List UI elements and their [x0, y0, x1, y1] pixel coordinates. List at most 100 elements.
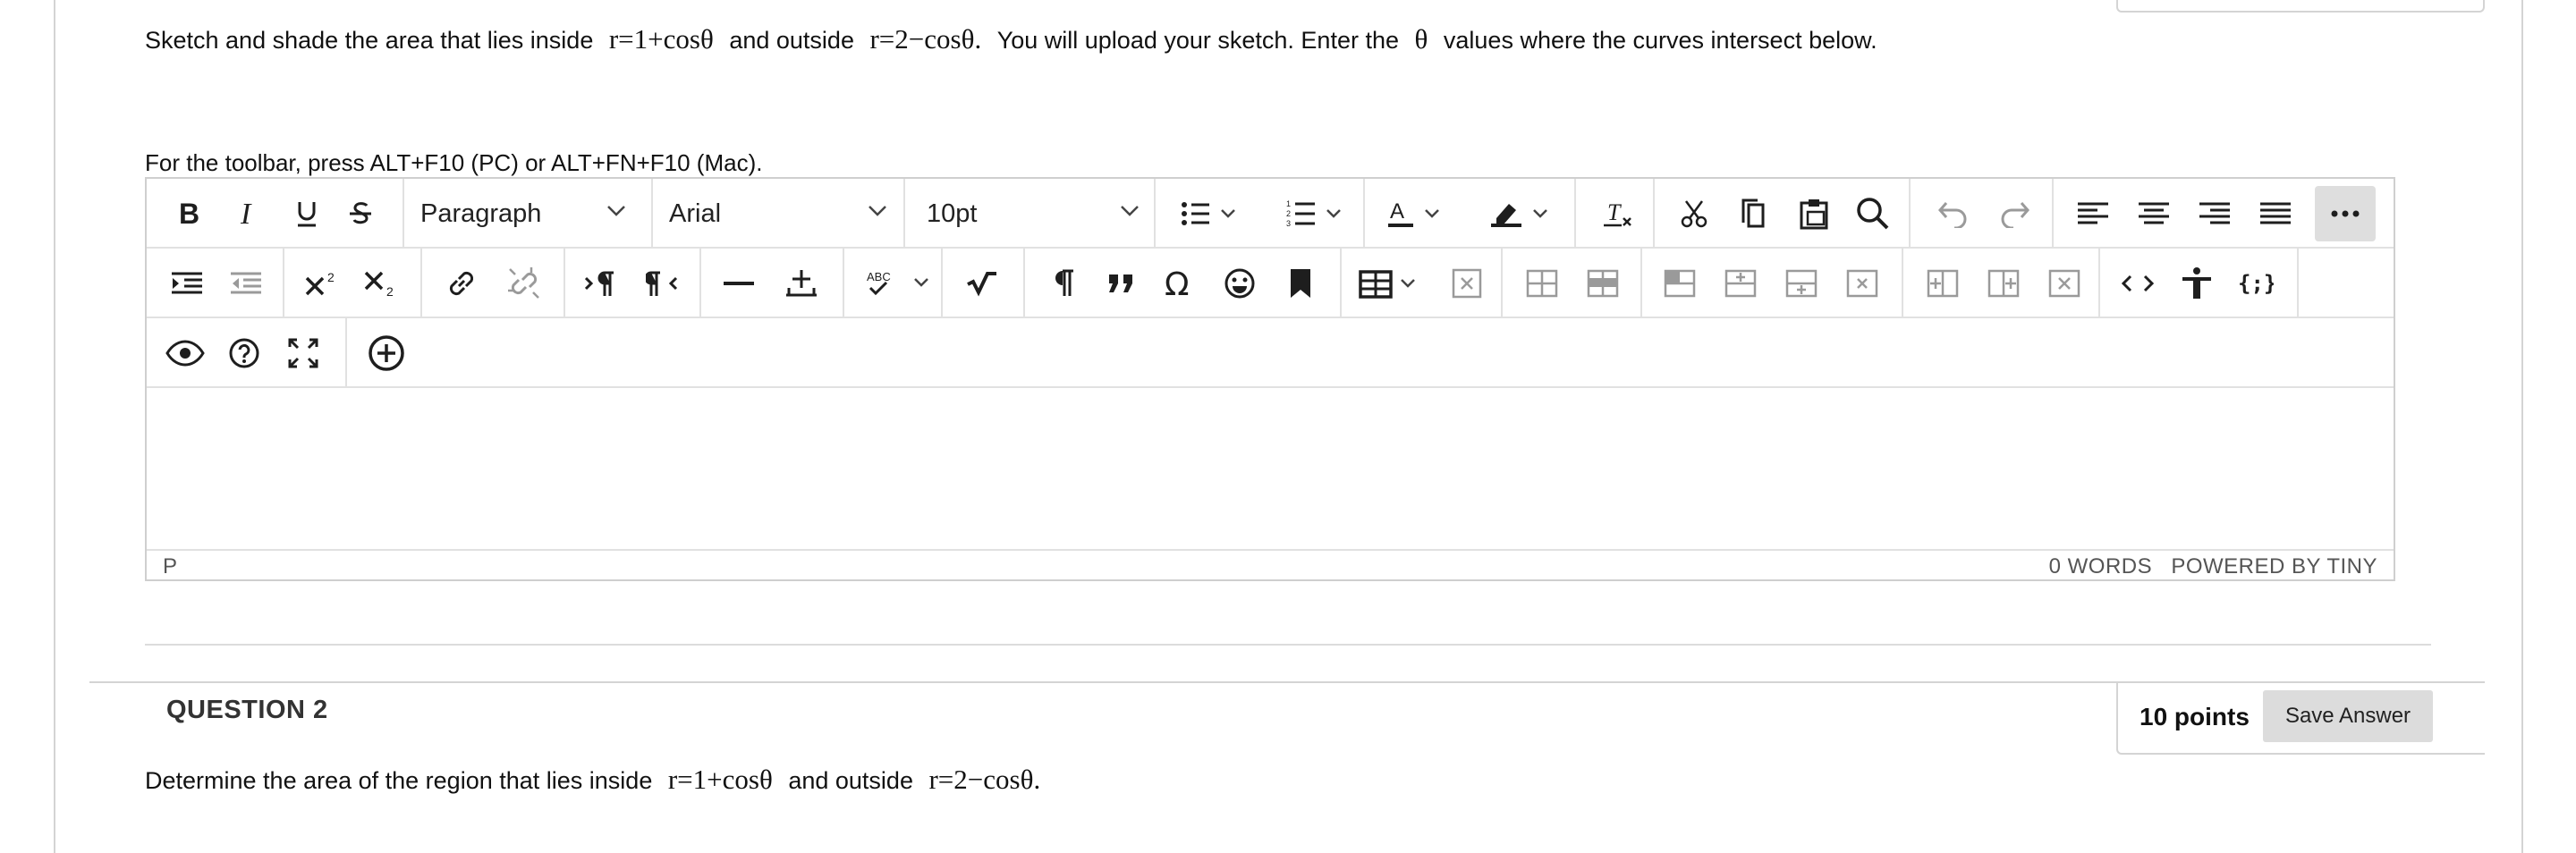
previous-question-points-box — [2116, 0, 2485, 13]
ltr-icon[interactable] — [574, 257, 628, 310]
chevron-down-icon — [869, 206, 886, 216]
omega-icon[interactable]: Ω — [1154, 257, 1208, 310]
svg-text:B: B — [179, 200, 199, 227]
align-center-icon[interactable] — [2127, 187, 2181, 241]
template-icon[interactable]: {;} — [2229, 257, 2283, 310]
rich-text-editor: B I Paragraph Arial 10pt 123 A T 2 2 ABC… — [145, 177, 2395, 581]
question2-points-box: 10 points Save Answer — [2116, 681, 2485, 755]
horizontal-rule-icon[interactable] — [712, 257, 766, 310]
outdent-icon[interactable] — [224, 257, 268, 310]
toolbar-row-1: B I Paragraph Arial 10pt 123 A T — [147, 179, 2394, 249]
block-format-select[interactable]: Paragraph — [404, 187, 642, 241]
highlight-icon[interactable] — [1485, 187, 1560, 241]
font-family-select[interactable]: Arial — [653, 187, 903, 241]
question2-title: QUESTION 2 — [166, 696, 328, 724]
search-icon[interactable] — [1846, 187, 1900, 241]
prompt-text: and outside — [788, 767, 913, 794]
prompt-text: Determine the area of the region that li… — [145, 767, 653, 794]
equation: r=2−cosθ. — [928, 764, 1041, 795]
spellcheck-icon[interactable]: ABC — [853, 257, 952, 310]
math-icon[interactable] — [955, 257, 1009, 310]
prompt-text: Sketch and shade the area that lies insi… — [145, 27, 594, 54]
svg-text:3: 3 — [1286, 219, 1291, 228]
svg-text:I: I — [240, 200, 252, 227]
question2-prompt: Determine the area of the region that li… — [145, 764, 1049, 796]
rtl-icon[interactable] — [635, 257, 689, 310]
indent-icon[interactable] — [165, 257, 209, 310]
insert-col-before-icon[interactable] — [1916, 257, 1970, 310]
bullet-list-icon[interactable] — [1174, 187, 1245, 241]
svg-text:2: 2 — [1286, 209, 1291, 218]
powered-by-link[interactable]: POWERED BY TINY — [2171, 554, 2377, 579]
equation: r=2−cosθ. — [869, 23, 982, 55]
element-path[interactable]: P — [163, 554, 177, 579]
question-divider — [145, 644, 2431, 646]
points-label: 10 points — [2140, 703, 2250, 731]
preview-icon[interactable] — [163, 326, 208, 380]
align-right-icon[interactable] — [2188, 187, 2241, 241]
delete-row-icon[interactable] — [1835, 257, 1889, 310]
insert-row-after-icon[interactable] — [1775, 257, 1828, 310]
undo-icon[interactable] — [1927, 187, 1980, 241]
emoji-icon[interactable] — [1213, 257, 1267, 310]
theta-symbol: θ — [1414, 23, 1428, 55]
chevron-down-icon — [607, 206, 625, 216]
paste-icon[interactable] — [1787, 187, 1841, 241]
svg-text:2: 2 — [327, 270, 335, 284]
prompt-text: You will upload your sketch. Enter the — [996, 27, 1399, 54]
editor-content-area[interactable] — [147, 388, 2394, 547]
svg-text:ABC: ABC — [867, 270, 891, 283]
insert-row-before-icon[interactable] — [1714, 257, 1767, 310]
clear-format-icon[interactable]: T — [1592, 187, 1646, 241]
plus-minus-icon[interactable] — [775, 257, 828, 310]
toolbar-row-2: 2 2 ABC Ω {;} — [147, 249, 2394, 318]
table-cell-icon[interactable] — [1653, 257, 1707, 310]
equation: r=1+cosθ — [667, 764, 773, 795]
underline-icon[interactable] — [284, 187, 329, 241]
bookmark-icon[interactable] — [1274, 257, 1327, 310]
accessibility-icon[interactable] — [2170, 257, 2224, 310]
copy-icon[interactable] — [1726, 187, 1780, 241]
insert-col-after-icon[interactable] — [1977, 257, 2030, 310]
paragraph-icon[interactable] — [1036, 257, 1089, 310]
quote-icon[interactable] — [1095, 257, 1148, 310]
svg-text:Ω: Ω — [1165, 268, 1190, 299]
redo-icon[interactable] — [1987, 187, 2041, 241]
justify-icon[interactable] — [2249, 187, 2302, 241]
table-col-icon[interactable] — [1576, 257, 1630, 310]
unlink-icon[interactable] — [497, 257, 551, 310]
help-icon[interactable] — [222, 326, 267, 380]
add-content-icon[interactable] — [360, 326, 413, 380]
equation: r=1+cosθ — [608, 23, 714, 55]
more-icon[interactable] — [2315, 186, 2376, 241]
bold-icon[interactable]: B — [166, 187, 211, 241]
font-family-value: Arial — [669, 198, 722, 228]
question1-prompt: Sketch and shade the area that lies insi… — [145, 23, 1877, 55]
svg-text:2: 2 — [386, 284, 394, 298]
cut-icon[interactable] — [1667, 187, 1721, 241]
subscript-icon[interactable]: 2 — [354, 257, 408, 310]
delete-table-icon[interactable] — [1440, 257, 1494, 310]
chevron-down-icon — [1121, 206, 1139, 216]
code-icon[interactable] — [2111, 257, 2165, 310]
delete-col-icon[interactable] — [2038, 257, 2091, 310]
numbered-list-icon[interactable]: 123 — [1279, 187, 1351, 241]
editor-status-bar: P 0 WORDS POWERED BY TINY — [147, 549, 2394, 581]
strikethrough-icon[interactable] — [338, 187, 383, 241]
font-size-select[interactable]: 10pt — [905, 187, 1156, 241]
superscript-icon[interactable]: 2 — [295, 257, 349, 310]
table-icon[interactable] — [1352, 257, 1433, 310]
text-color-icon[interactable]: A — [1381, 187, 1453, 241]
italic-icon[interactable]: I — [225, 187, 270, 241]
align-left-icon[interactable] — [2066, 187, 2120, 241]
prompt-text: values where the curves intersect below. — [1443, 27, 1877, 54]
fullscreen-icon[interactable] — [281, 326, 326, 380]
link-icon[interactable] — [435, 257, 488, 310]
word-count[interactable]: 0 WORDS — [2049, 554, 2153, 579]
svg-text:T: T — [1607, 199, 1622, 225]
toolbar-row-3 — [147, 318, 2394, 388]
svg-text:A: A — [1390, 199, 1404, 224]
toolbar-hint: For the toolbar, press ALT+F10 (PC) or A… — [145, 149, 763, 176]
save-answer-button[interactable]: Save Answer — [2263, 690, 2433, 742]
table-row-icon[interactable] — [1515, 257, 1569, 310]
